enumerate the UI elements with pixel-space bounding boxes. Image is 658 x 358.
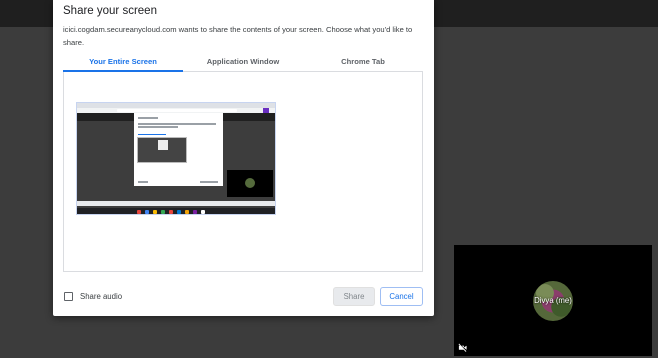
thumbnail-nested-window bbox=[158, 140, 168, 150]
source-picker-panel bbox=[63, 72, 423, 272]
thumbnail-dialog-line bbox=[138, 123, 216, 125]
thumbnail-address-bar bbox=[117, 109, 237, 112]
thumbnail-status-bar bbox=[77, 201, 275, 206]
thumbnail-nested-preview bbox=[137, 137, 187, 163]
thumbnail-dialog-line bbox=[138, 181, 148, 183]
thumbnail-taskbar-icon bbox=[185, 210, 189, 214]
thumbnail-dialog-line bbox=[138, 117, 158, 119]
thumbnail-taskbar-icon bbox=[137, 210, 141, 214]
tab-application-window[interactable]: Application Window bbox=[183, 55, 303, 72]
thumbnail-taskbar-icon bbox=[145, 210, 149, 214]
share-screen-dialog: Share your screen icici.cogdam.secureany… bbox=[53, 0, 434, 316]
thumbnail-video-tile bbox=[227, 170, 273, 197]
self-video-tile: Divya (me) bbox=[454, 245, 652, 356]
screen-thumbnail[interactable] bbox=[76, 102, 276, 215]
thumbnail-taskbar-icon bbox=[201, 210, 205, 214]
share-audio-label: Share audio bbox=[80, 292, 123, 301]
participant-name: Divya (me) bbox=[534, 296, 572, 305]
dialog-title: Share your screen bbox=[63, 5, 157, 17]
thumbnail-dialog-line bbox=[200, 181, 218, 183]
thumbnail-taskbar-icon bbox=[153, 210, 157, 214]
thumbnail-avatar bbox=[245, 178, 255, 188]
camera-off-icon bbox=[458, 343, 467, 352]
dialog-description: icici.cogdam.secureanycloud.com wants to… bbox=[63, 25, 413, 47]
thumbnail-taskbar-icon bbox=[193, 210, 197, 214]
thumbnail-dialog-line bbox=[138, 126, 178, 128]
share-audio-checkbox[interactable] bbox=[64, 292, 73, 301]
share-button[interactable]: Share bbox=[333, 287, 375, 306]
thumbnail-dialog-tab bbox=[138, 134, 166, 135]
thumbnail-taskbar-icon bbox=[169, 210, 173, 214]
cancel-button[interactable]: Cancel bbox=[380, 287, 423, 306]
thumbnail-taskbar-icon bbox=[177, 210, 181, 214]
tab-chrome-tab[interactable]: Chrome Tab bbox=[303, 55, 423, 72]
source-tabs: Your Entire Screen Application Window Ch… bbox=[63, 55, 423, 72]
thumbnail-taskbar-icon bbox=[161, 210, 165, 214]
